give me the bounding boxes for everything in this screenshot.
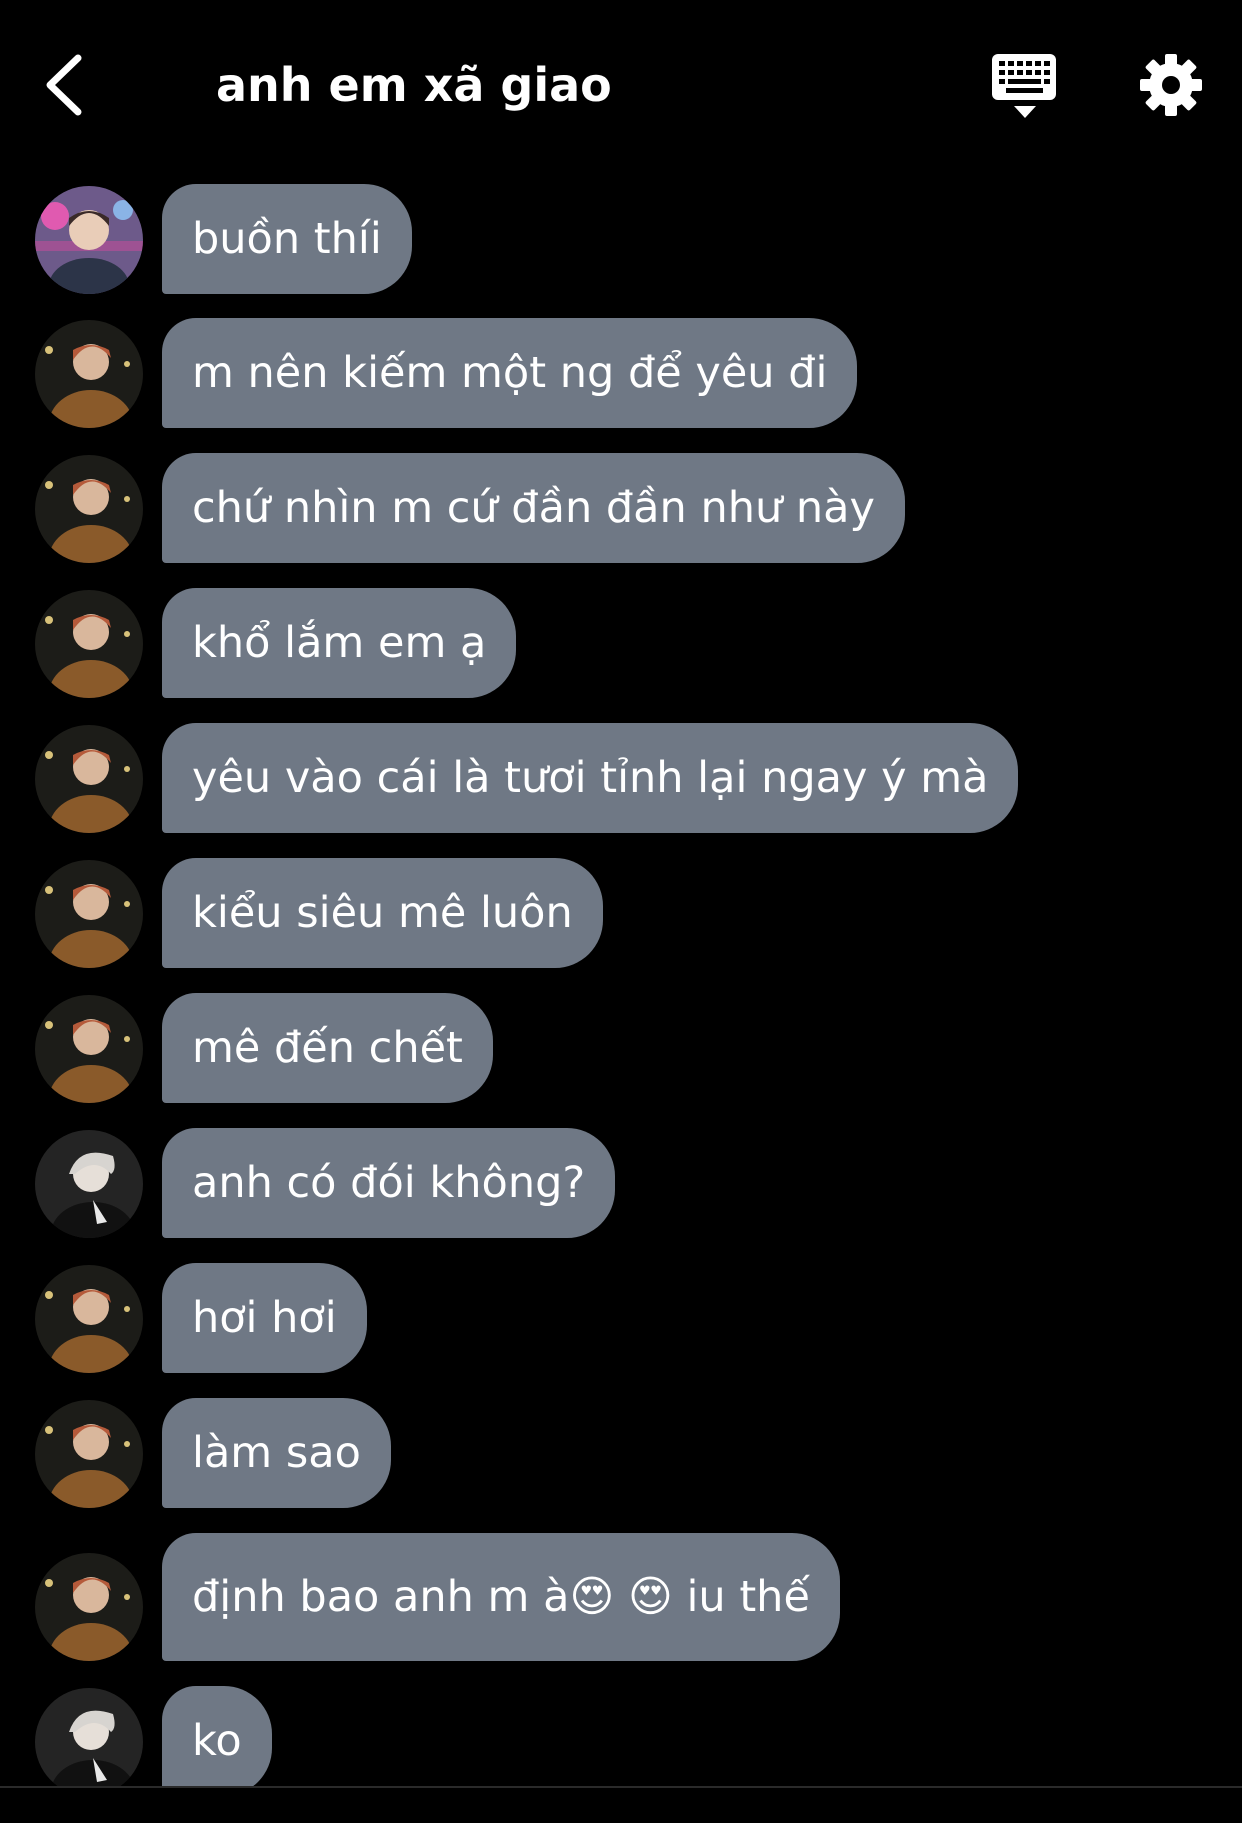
avatar[interactable] xyxy=(35,1130,143,1238)
message-row: m nên kiếm một ng để yêu đi xyxy=(0,318,1242,430)
message-bubble[interactable]: kiểu siêu mê luôn xyxy=(162,858,603,968)
avatar[interactable] xyxy=(35,1688,143,1786)
message-row: anh có đói không? xyxy=(0,1128,1242,1240)
avatar[interactable] xyxy=(35,320,143,428)
chat-title: anh em xã giao xyxy=(216,58,612,112)
divider xyxy=(0,1786,1242,1788)
chat-header: anh em xã giao xyxy=(0,0,1242,160)
message-row: mê đến chết xyxy=(0,993,1242,1105)
message-row: làm sao xyxy=(0,1398,1242,1510)
message-bubble[interactable]: làm sao xyxy=(162,1398,391,1508)
avatar[interactable] xyxy=(35,590,143,698)
message-bubble[interactable]: m nên kiếm một ng để yêu đi xyxy=(162,318,858,428)
message-list[interactable]: buồn thíi m nên kiếm một ng để yêu đi ch… xyxy=(0,160,1242,1786)
message-bubble[interactable]: định bao anh m à😍 😍 iu thế xyxy=(162,1533,840,1661)
avatar[interactable] xyxy=(35,186,143,294)
message-row: định bao anh m à😍 😍 iu thế xyxy=(0,1533,1242,1663)
avatar[interactable] xyxy=(35,455,143,563)
message-row: hơi hơi xyxy=(0,1263,1242,1375)
message-bubble[interactable]: buồn thíi xyxy=(162,184,412,294)
avatar[interactable] xyxy=(35,995,143,1103)
message-row: buồn thíi xyxy=(0,184,1242,296)
back-button[interactable] xyxy=(38,48,98,122)
avatar[interactable] xyxy=(35,1400,143,1508)
message-bubble[interactable]: mê đến chết xyxy=(162,993,493,1103)
avatar[interactable] xyxy=(35,1553,143,1661)
message-row: khổ lắm em ạ xyxy=(0,588,1242,700)
message-bubble[interactable]: khổ lắm em ạ xyxy=(162,588,517,698)
gear-icon xyxy=(1140,54,1202,116)
keyboard-icon xyxy=(992,54,1056,118)
chevron-left-icon xyxy=(46,54,82,116)
message-row: kiểu siêu mê luôn xyxy=(0,858,1242,970)
message-bubble[interactable]: anh có đói không? xyxy=(162,1128,616,1238)
keyboard-button[interactable] xyxy=(990,50,1060,122)
message-row: ko xyxy=(0,1686,1242,1786)
message-bubble[interactable]: ko xyxy=(162,1686,272,1786)
message-row: chứ nhìn m cứ đần đần như này xyxy=(0,453,1242,565)
message-row: yêu vào cái là tươi tỉnh lại ngay ý mà xyxy=(0,723,1242,835)
avatar[interactable] xyxy=(35,725,143,833)
message-bubble[interactable]: hơi hơi xyxy=(162,1263,367,1373)
settings-button[interactable] xyxy=(1138,52,1204,118)
avatar[interactable] xyxy=(35,1265,143,1373)
message-bubble[interactable]: yêu vào cái là tươi tỉnh lại ngay ý mà xyxy=(162,723,1019,833)
avatar[interactable] xyxy=(35,860,143,968)
message-bubble[interactable]: chứ nhìn m cứ đần đần như này xyxy=(162,453,905,563)
